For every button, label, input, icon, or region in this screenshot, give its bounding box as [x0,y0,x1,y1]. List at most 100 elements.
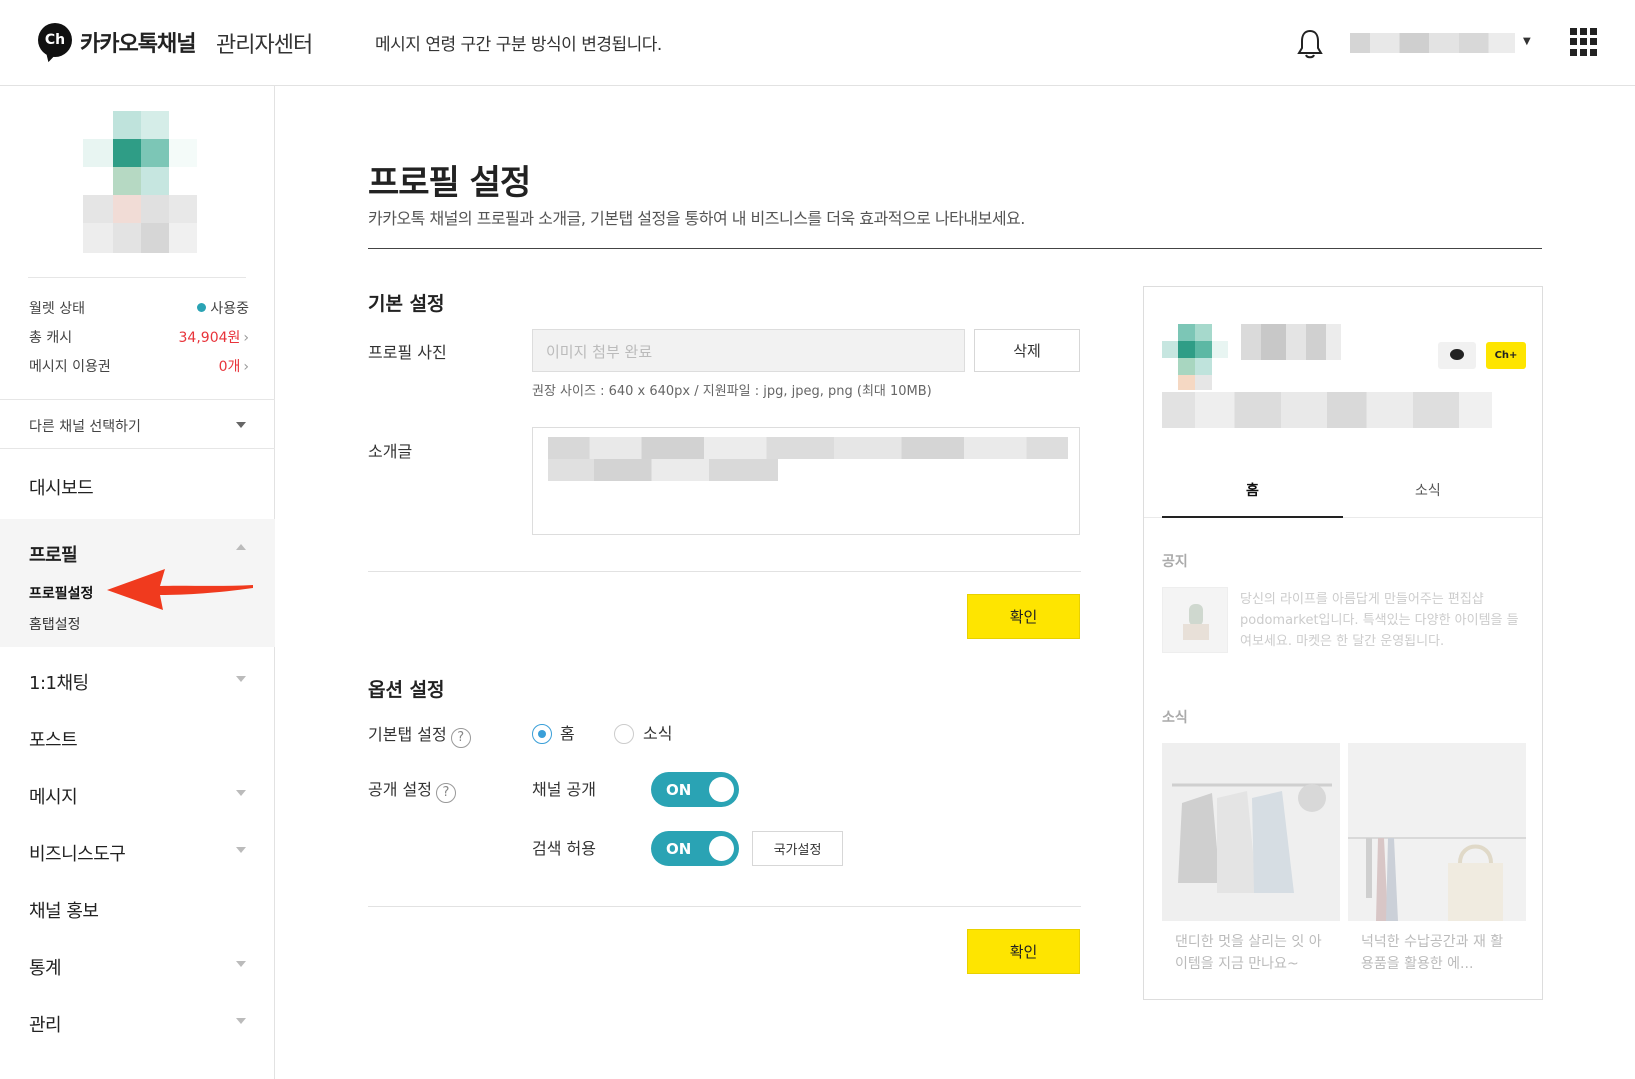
default-tab-news-label[interactable]: 소식 [643,720,672,744]
chevron-down-icon[interactable] [236,676,246,682]
bell-icon[interactable] [1295,28,1325,60]
preview-news-caption: 댄디한 멋을 살리는 잇 아이템을 지금 만나요~ [1175,934,1322,972]
total-cash-label: 총 캐시 [29,330,73,346]
chevron-up-icon[interactable] [236,544,246,550]
preview-intro-blurred [1162,392,1492,428]
annotation-arrow-icon [107,569,253,610]
sidebar-item-post[interactable]: 포스트 [29,726,78,752]
preview-news-image [1348,743,1526,921]
default-tab-home-label[interactable]: 홈 [560,720,575,744]
preview-chat-icon [1438,342,1476,369]
default-tab-news-radio[interactable] [614,724,634,744]
preview-notice-text: 당신의 라이프를 아름답게 만들어주는 편집샵 podomarket입니다. 특… [1240,592,1519,649]
chevron-right-icon: › [243,330,249,346]
sidebar-item-dashboard[interactable]: 대시보드 [29,474,94,500]
logo-subtitle[interactable]: 관리자센터 [216,27,313,59]
toggle-on-text: ON [666,840,692,858]
logo-title[interactable]: 카카오톡채널 [80,26,196,58]
section-divider [368,571,1081,572]
sidebar-item-stats[interactable]: 통계 [29,954,62,980]
total-cash-row[interactable]: 총 캐시 34,904원 › [29,327,249,347]
preview-avatar [1162,324,1228,390]
intro-label: 소개글 [368,442,413,461]
sidebar-item-channel-promo[interactable]: 채널 홍보 [29,897,99,923]
preview-news-title: 소식 [1162,710,1188,726]
select-channel-label: 다른 채널 선택하기 [29,419,141,435]
select-other-channel-dropdown[interactable]: 다른 채널 선택하기 [0,399,275,449]
status-dot-icon [197,303,207,312]
preview-tab-news: 소식 [1415,483,1441,499]
preview-tab-indicator [1162,516,1343,518]
sidebar-item-business-tools[interactable]: 비즈니스도구 [29,840,126,866]
profile-preview: Ch+ 홈 소식 공지 당신의 라이프를 아름답게 만들어주는 편집샵 podo… [1143,286,1543,1000]
page-description: 카카오톡 채널의 프로필과 소개글, 기본탭 설정을 통하여 내 비즈니스를 더… [368,209,1025,228]
logo-badge-text: Ch [44,32,66,48]
channel-avatar [83,111,197,253]
toggle-on-text: ON [666,781,692,799]
search-allow-toggle[interactable]: ON [651,831,739,866]
preview-tab-home: 홈 [1246,483,1259,499]
preview-notice-image [1162,587,1228,653]
header-notice-link[interactable]: 메시지 연령 구간 구분 방식이 변경됩니다. [375,30,662,55]
toggle-knob [709,836,734,861]
intro-text-blurred [548,459,778,481]
profile-photo-label: 프로필 사진 [368,343,447,362]
chevron-down-icon [236,422,246,428]
search-allow-label: 검색 허용 [532,839,596,858]
chevron-down-icon[interactable] [236,1018,246,1024]
options-confirm-button[interactable]: 확인 [967,929,1080,974]
public-settings-label-text: 공개 설정 [368,780,432,799]
chevron-down-icon[interactable] [236,790,246,796]
sidebar-item-manage[interactable]: 관리 [29,1011,62,1037]
title-divider [368,248,1542,249]
preview-channel-name-blurred [1241,324,1341,360]
basic-confirm-button[interactable]: 확인 [967,594,1080,639]
intro-text-blurred [548,437,1068,459]
message-voucher-count: 0개 [218,359,241,375]
country-settings-button[interactable]: 국가설정 [752,831,843,866]
intro-textarea[interactable] [532,427,1080,535]
wallet-status-value: 사용중 [197,298,249,318]
toggle-knob [709,777,734,802]
chevron-down-icon[interactable] [236,847,246,853]
preview-news-image [1162,743,1340,921]
account-dropdown-caret-icon[interactable]: ▼ [1523,36,1531,47]
help-icon[interactable]: ? [450,728,471,748]
delete-photo-button[interactable]: 삭제 [974,329,1080,372]
preview-news-card: 넉넉한 수납공간과 재 활용품을 활용한 에... [1348,743,1526,993]
sidebar-divider [28,277,246,278]
help-icon[interactable]: ? [435,783,456,803]
sidebar-subitem-profile-settings[interactable]: 프로필설정 [29,583,93,603]
chevron-right-icon: › [243,359,249,375]
section-divider [368,906,1081,907]
wallet-status-label: 월렛 상태 [29,301,85,317]
channel-public-toggle[interactable]: ON [651,772,739,807]
default-tab-label-text: 기본탭 설정 [368,725,447,744]
basic-settings-title: 기본 설정 [368,293,445,315]
channel-public-label: 채널 공개 [532,780,596,799]
wallet-status-row: 월렛 상태 사용중 [29,298,249,318]
wallet-status-text: 사용중 [210,301,249,317]
message-voucher-label: 메시지 이용권 [29,359,111,375]
preview-news-card: 댄디한 멋을 살리는 잇 아이템을 지금 만나요~ [1162,743,1340,993]
preview-add-channel-icon: Ch+ [1486,342,1526,369]
total-cash-amount: 34,904원 [178,330,241,346]
total-cash-value[interactable]: 34,904원 › [179,327,249,347]
default-tab-home-radio[interactable] [532,724,552,744]
sidebar-item-profile[interactable]: 프로필 [29,541,78,567]
message-voucher-value[interactable]: 0개 › [219,356,249,376]
apps-grid-icon[interactable] [1570,28,1598,56]
chevron-down-icon[interactable] [236,961,246,967]
top-header: Ch 카카오톡채널 관리자센터 메시지 연령 구간 구분 방식이 변경됩니다. … [0,0,1635,86]
account-name-blurred[interactable] [1350,33,1515,53]
preview-notice-title: 공지 [1162,554,1188,570]
page-title: 프로필 설정 [368,163,531,203]
profile-photo-input[interactable]: 이미지 첨부 완료 [532,329,965,372]
sidebar-item-message[interactable]: 메시지 [29,783,78,809]
kakao-channel-logo-icon[interactable]: Ch [38,23,72,57]
message-voucher-row[interactable]: 메시지 이용권 0개 › [29,356,249,376]
option-settings-title: 옵션 설정 [368,679,445,701]
default-tab-label: 기본탭 설정? [368,721,471,748]
sidebar-item-chat[interactable]: 1:1채팅 [29,669,89,695]
sidebar-subitem-hometab-settings[interactable]: 홈탭설정 [29,614,81,634]
